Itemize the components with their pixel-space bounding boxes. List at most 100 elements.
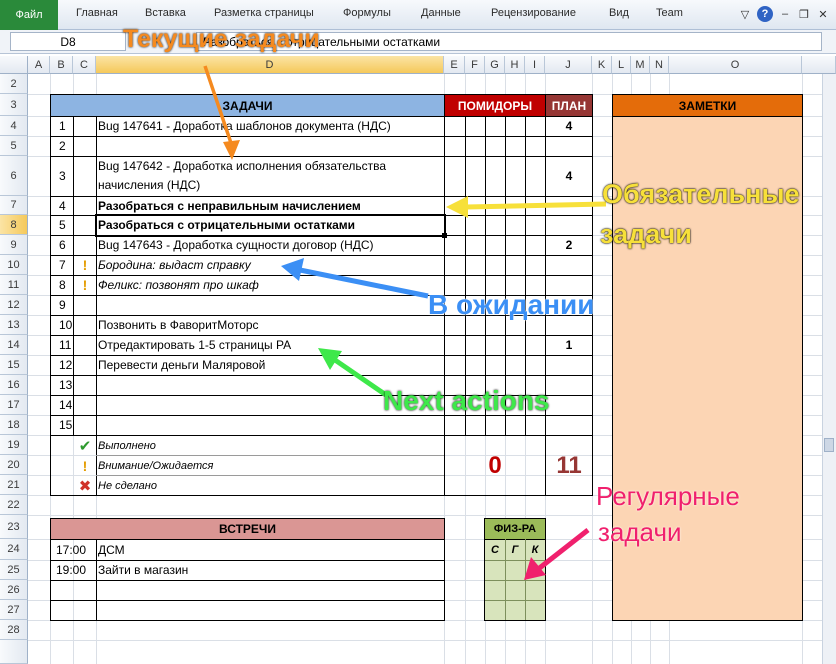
row-header[interactable]: 22 (0, 495, 28, 515)
tab-data[interactable]: Данные (421, 7, 461, 19)
meeting-text[interactable]: Зайти в магазин (98, 560, 444, 580)
row-header[interactable]: 13 (0, 315, 28, 335)
meeting-time[interactable]: 19:00 (56, 560, 96, 580)
fill-handle[interactable] (442, 233, 447, 238)
column-header-g[interactable]: G (485, 56, 505, 74)
column-header-j[interactable]: J (545, 56, 592, 74)
task-number: 9 (59, 298, 66, 312)
column-header-a[interactable]: A (28, 56, 50, 74)
total-plan: 11 (556, 451, 582, 479)
row-header[interactable]: 21 (0, 475, 28, 495)
fitness-header: ФИЗ-РА (485, 519, 545, 539)
row-header-selected[interactable]: 8 (0, 215, 28, 235)
column-header-e[interactable]: E (444, 56, 465, 74)
tab-insert[interactable]: Вставка (145, 7, 186, 19)
row-header[interactable]: 7 (0, 196, 28, 215)
row-header[interactable]: 26 (0, 580, 28, 600)
task-number: 12 (59, 358, 73, 372)
column-header-f[interactable]: F (465, 56, 485, 74)
row-header[interactable]: 4 (0, 116, 28, 136)
row-header[interactable]: 19 (0, 435, 28, 455)
row-header[interactable]: 17 (0, 395, 28, 415)
help-icon[interactable]: ? (757, 6, 773, 22)
column-header-l[interactable]: L (612, 56, 631, 74)
vertical-scrollbar[interactable] (822, 74, 836, 664)
task-number: 2 (59, 139, 66, 153)
total-pomodoro: 0 (488, 451, 502, 479)
legend-text: Выполнено (98, 440, 156, 452)
callout-regular-line1: Регулярные (596, 481, 740, 511)
task-text-line: Bug 147642 - Доработка исполнения обязат… (98, 159, 387, 173)
row-header[interactable]: 16 (0, 375, 28, 395)
close-icon[interactable]: ✕ (815, 6, 831, 22)
row-header[interactable]: 28 (0, 620, 28, 640)
attention-icon: ! (82, 457, 88, 474)
task-plan[interactable]: 2 (546, 235, 592, 255)
row-header[interactable]: 14 (0, 335, 28, 355)
scrollbar-thumb[interactable] (824, 438, 834, 452)
fitness-day: К (531, 543, 539, 556)
select-all-corner[interactable] (0, 56, 28, 74)
task-plan[interactable]: 1 (546, 335, 592, 355)
row-header[interactable] (0, 640, 28, 664)
row-header[interactable]: 3 (0, 94, 28, 116)
task-text[interactable]: Феликс: позвонят про шкаф (98, 275, 444, 295)
column-header-d[interactable]: D (96, 56, 444, 74)
column-header-m[interactable]: M (631, 56, 650, 74)
task-text[interactable]: Bug 147642 - Доработка исполнения обязат… (98, 157, 444, 195)
column-header-k[interactable]: K (592, 56, 612, 74)
row-header[interactable]: 2 (0, 74, 28, 94)
name-box[interactable]: D8 (10, 32, 126, 51)
callout-mandatory-line2: задачи (600, 219, 692, 249)
task-number: 10 (59, 318, 73, 332)
tab-home[interactable]: Главная (76, 7, 118, 19)
column-header-h[interactable]: H (505, 56, 525, 74)
row-header[interactable]: 11 (0, 275, 28, 295)
task-text[interactable]: Перевести деньги Маляровой (98, 355, 444, 375)
row-header[interactable]: 10 (0, 255, 28, 275)
task-plan[interactable]: 4 (546, 116, 592, 136)
meeting-text[interactable]: ДСМ (98, 539, 444, 560)
task-text[interactable]: Позвонить в ФаворитМоторс (98, 315, 444, 335)
task-text[interactable]: Бородина: выдаст справку (98, 255, 444, 275)
column-header-b[interactable]: B (50, 56, 73, 74)
selected-cell[interactable] (95, 214, 446, 237)
row-header[interactable]: 23 (0, 515, 28, 539)
row-header[interactable]: 27 (0, 600, 28, 620)
tab-team[interactable]: Team (656, 7, 683, 19)
file-tab[interactable]: Файл (0, 0, 58, 30)
task-text[interactable]: Отредактировать 1-5 страницы РА (98, 335, 444, 355)
meetings-header: ВСТРЕЧИ (51, 519, 444, 539)
row-header[interactable]: 6 (0, 156, 28, 196)
dropdown-icon[interactable]: ▽ (737, 6, 753, 22)
task-text[interactable]: Bug 147643 - Доработка сущности договор … (98, 235, 444, 255)
column-header-c[interactable]: C (73, 56, 96, 74)
task-text[interactable]: Разобраться с неправильным начислением (98, 196, 444, 215)
task-number: 4 (59, 198, 66, 213)
row-header[interactable]: 9 (0, 235, 28, 255)
restore-icon[interactable]: ❐ (796, 6, 812, 22)
tab-view[interactable]: Вид (609, 7, 629, 19)
task-text[interactable]: Bug 147641 - Доработка шаблонов документ… (98, 116, 444, 136)
row-header[interactable]: 25 (0, 560, 28, 580)
minimize-icon[interactable]: – (777, 6, 793, 22)
callout-regular-line2: задачи (598, 517, 682, 547)
row-header[interactable]: 20 (0, 455, 28, 475)
row-header[interactable]: 5 (0, 136, 28, 156)
column-header-i[interactable]: I (525, 56, 545, 74)
row-header[interactable]: 15 (0, 355, 28, 375)
column-header-o[interactable]: O (669, 56, 802, 74)
column-header-n[interactable]: N (650, 56, 669, 74)
legend-text: Внимание/Ожидается (98, 459, 214, 472)
meeting-time[interactable]: 17:00 (56, 539, 96, 560)
row-header[interactable]: 12 (0, 295, 28, 315)
row-header[interactable]: 24 (0, 539, 28, 560)
tab-page-layout[interactable]: Разметка страницы (214, 7, 314, 19)
task-plan[interactable]: 4 (546, 156, 592, 196)
row-header[interactable]: 18 (0, 415, 28, 435)
task-number: 6 (59, 238, 66, 252)
task-number: 7 (59, 258, 66, 272)
tab-review[interactable]: Рецензирование (491, 7, 576, 19)
tab-formulas[interactable]: Формулы (343, 7, 391, 19)
column-header-blank (802, 56, 836, 74)
